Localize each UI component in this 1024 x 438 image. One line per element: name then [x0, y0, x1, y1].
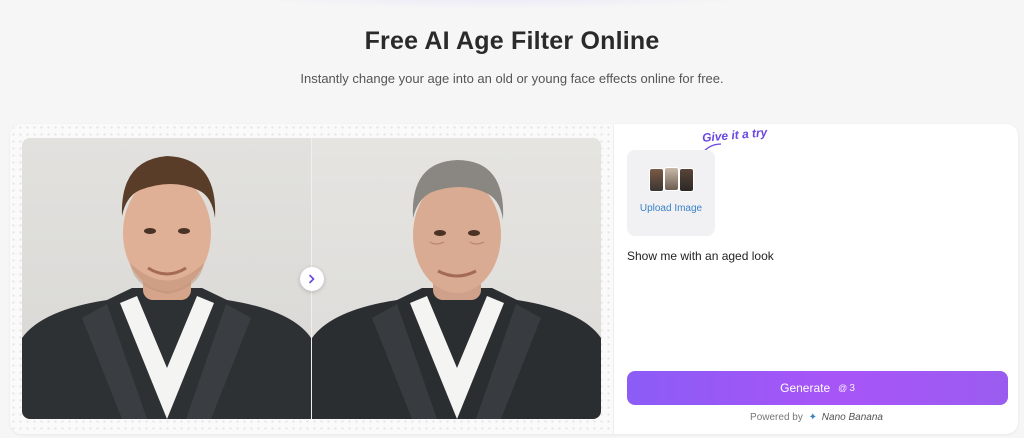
- powered-brand: Nano Banana: [821, 412, 883, 423]
- thumbnail: [664, 167, 679, 191]
- before-after-compare: [22, 138, 601, 419]
- sample-thumbnails-icon: [649, 167, 695, 194]
- after-photo: [312, 138, 601, 419]
- generate-button[interactable]: Generate @ 3: [627, 371, 1008, 405]
- credit-icon: @: [838, 383, 848, 393]
- before-photo: [22, 138, 311, 419]
- page-title: Free AI Age Filter Online: [364, 27, 660, 55]
- header-glow: [200, 0, 800, 10]
- sparkle-icon: ✦: [808, 412, 818, 423]
- thumbnail: [649, 168, 664, 192]
- thumbnail: [679, 168, 694, 192]
- generate-label: Generate: [780, 381, 831, 395]
- chevron-right-icon: [309, 274, 315, 284]
- page-subtitle: Instantly change your age into an old or…: [300, 71, 724, 86]
- preview-pane: [10, 124, 614, 434]
- credit-amount: 3: [849, 382, 855, 394]
- powered-prefix: Powered by: [750, 412, 803, 423]
- upload-image-button[interactable]: Upload Image: [627, 150, 715, 236]
- tool-card: Give it a try Upload Image Show me with …: [10, 124, 1018, 434]
- upload-label: Upload Image: [639, 203, 703, 214]
- prompt-text[interactable]: Show me with an aged look: [627, 249, 774, 263]
- credit-cost: @ 3: [838, 383, 855, 394]
- powered-by: Powered by ✦ Nano Banana: [615, 412, 1018, 423]
- compare-next-button[interactable]: [300, 267, 324, 291]
- controls-pane: Give it a try Upload Image Show me with …: [615, 124, 1018, 434]
